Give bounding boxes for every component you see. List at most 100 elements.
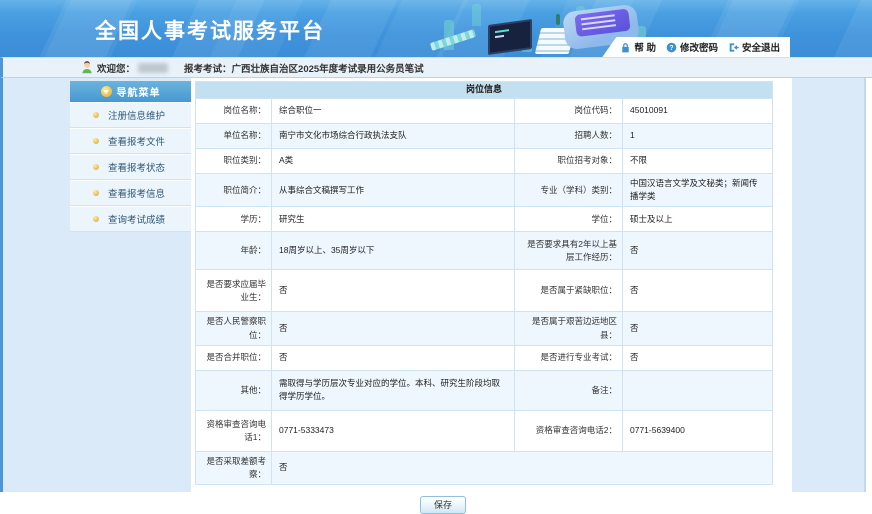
help-link[interactable]: 帮 助 bbox=[620, 40, 656, 54]
bullet-icon bbox=[93, 216, 99, 222]
table-row: 单位名称：南宁市文化市场综合行政执法支队招聘人数：1 bbox=[196, 124, 773, 149]
sidebar-item-label: 查看报考信息 bbox=[108, 186, 165, 200]
page-body: 导航菜单 注册信息维护查看报考文件查看报考状态查看报考信息查询考试成绩 岗位信息… bbox=[0, 78, 872, 506]
logout-label: 安全退出 bbox=[742, 40, 780, 54]
table-row: 其他：需取得与学历层次专业对应的学位。本科、研究生阶段均取得学历学位。备注： bbox=[196, 370, 773, 410]
question-icon: ? bbox=[666, 42, 677, 53]
field-label: 职位招考对象： bbox=[515, 149, 623, 174]
field-label: 是否人民警察职位： bbox=[196, 312, 272, 345]
field-label: 职位类别： bbox=[196, 149, 272, 174]
field-label: 是否采取差额考察： bbox=[196, 451, 272, 484]
sidebar-item[interactable]: 查看报考信息 bbox=[70, 180, 191, 206]
field-value: A类 bbox=[272, 149, 515, 174]
field-label: 年龄： bbox=[196, 232, 272, 270]
sidebar-menu: 注册信息维护查看报考文件查看报考状态查看报考信息查询考试成绩 bbox=[70, 102, 191, 232]
table-title: 岗位信息 bbox=[196, 82, 773, 99]
table-row: 是否要求应届毕业生：否是否属于紧缺职位：否 bbox=[196, 270, 773, 312]
sidebar-item[interactable]: 查询考试成绩 bbox=[70, 206, 191, 232]
field-label: 岗位名称： bbox=[196, 99, 272, 124]
illustration-person bbox=[556, 14, 560, 25]
field-label: 专业（学科）类别： bbox=[515, 174, 623, 207]
svg-text:?: ? bbox=[669, 44, 673, 51]
table-row: 岗位名称：综合职位一岗位代码：45010091 bbox=[196, 99, 773, 124]
bullet-icon bbox=[93, 112, 99, 118]
field-label: 学位： bbox=[515, 207, 623, 232]
field-label: 是否属于紧缺职位： bbox=[515, 270, 623, 312]
lock-icon bbox=[620, 42, 631, 53]
sidebar-item-label: 注册信息维护 bbox=[108, 108, 165, 122]
sidebar-header: 导航菜单 bbox=[70, 81, 191, 102]
table-row: 是否采取差额考察：否 bbox=[196, 451, 773, 484]
table-row: 是否合并职位：否是否进行专业考试：否 bbox=[196, 345, 773, 370]
app-title: 全国人事考试服务平台 bbox=[95, 15, 325, 45]
field-value bbox=[623, 370, 773, 410]
table-row: 资格审查咨询电话1：0771-5333473资格审查咨询电话2：0771-563… bbox=[196, 410, 773, 451]
table-row: 职位简介：从事综合文稿撰写工作专业（学科）类别：中国汉语言文学及文秘类；新闻传播… bbox=[196, 174, 773, 207]
field-value: 0771-5639400 bbox=[623, 410, 773, 451]
field-value: 中国汉语言文学及文秘类；新闻传播学类 bbox=[623, 174, 773, 207]
sidebar-item[interactable]: 查看报考状态 bbox=[70, 154, 191, 180]
field-value: 1 bbox=[623, 124, 773, 149]
user-avatar-icon bbox=[81, 61, 93, 74]
field-value: 45010091 bbox=[623, 99, 773, 124]
field-value: 需取得与学历层次专业对应的学位。本科、研究生阶段均取得学历学位。 bbox=[272, 370, 515, 410]
illustration-monitor bbox=[488, 19, 532, 55]
user-name-redacted bbox=[138, 63, 168, 73]
header-toolbar: 帮 助 ? 修改密码 安全退出 bbox=[602, 37, 790, 57]
help-label: 帮 助 bbox=[634, 40, 656, 54]
menu-chevron-icon bbox=[101, 86, 112, 97]
table-row: 年龄：18周岁以上、35周岁以下是否要求具有2年以上基层工作经历：否 bbox=[196, 232, 773, 270]
page-left-border bbox=[0, 78, 3, 492]
field-value: 否 bbox=[623, 312, 773, 345]
table-row: 职位类别：A类职位招考对象：不限 bbox=[196, 149, 773, 174]
field-value: 否 bbox=[272, 345, 515, 370]
field-label: 是否要求具有2年以上基层工作经历： bbox=[515, 232, 623, 270]
change-password-link[interactable]: ? 修改密码 bbox=[666, 40, 718, 54]
field-value: 研究生 bbox=[272, 207, 515, 232]
bullet-icon bbox=[93, 138, 99, 144]
sidebar: 导航菜单 注册信息维护查看报考文件查看报考状态查看报考信息查询考试成绩 bbox=[70, 81, 191, 232]
field-label: 资格审查咨询电话2： bbox=[515, 410, 623, 451]
logout-link[interactable]: 安全退出 bbox=[728, 40, 780, 54]
sidebar-item-label: 查询考试成绩 bbox=[108, 212, 165, 226]
exam-label: 报考考试： bbox=[184, 61, 232, 75]
change-password-label: 修改密码 bbox=[680, 40, 718, 54]
save-row: 保存 bbox=[195, 485, 772, 514]
field-value: 否 bbox=[623, 270, 773, 312]
bullet-icon bbox=[93, 190, 99, 196]
field-label: 备注： bbox=[515, 370, 623, 410]
field-value: 否 bbox=[272, 312, 515, 345]
sidebar-item[interactable]: 注册信息维护 bbox=[70, 102, 191, 128]
position-info-table: 岗位信息 岗位名称：综合职位一岗位代码：45010091单位名称：南宁市文化市场… bbox=[195, 81, 773, 485]
field-label: 岗位代码： bbox=[515, 99, 623, 124]
field-value: 否 bbox=[623, 232, 773, 270]
exit-icon bbox=[728, 42, 739, 53]
field-value: 综合职位一 bbox=[272, 99, 515, 124]
field-label: 职位简介： bbox=[196, 174, 272, 207]
main-panel: 岗位信息 岗位名称：综合职位一岗位代码：45010091单位名称：南宁市文化市场… bbox=[191, 78, 792, 506]
field-value: 18周岁以上、35周岁以下 bbox=[272, 232, 515, 270]
field-value: 否 bbox=[272, 451, 773, 484]
app-header: 全国人事考试服务平台 帮 助 ? 修改密码 安全退出 bbox=[0, 0, 872, 57]
field-label: 招聘人数： bbox=[515, 124, 623, 149]
exam-name: 广西壮族自治区2025年度考试录用公务员笔试 bbox=[232, 61, 424, 75]
field-value: 不限 bbox=[623, 149, 773, 174]
sidebar-item[interactable]: 查看报考文件 bbox=[70, 128, 191, 154]
field-value: 否 bbox=[623, 345, 773, 370]
welcome-bar: 欢迎您： 报考考试： 广西壮族自治区2025年度考试录用公务员笔试 bbox=[0, 57, 872, 78]
field-value: 南宁市文化市场综合行政执法支队 bbox=[272, 124, 515, 149]
field-label: 是否要求应届毕业生： bbox=[196, 270, 272, 312]
field-label: 其他： bbox=[196, 370, 272, 410]
field-value: 0771-5333473 bbox=[272, 410, 515, 451]
save-button[interactable]: 保存 bbox=[420, 496, 466, 514]
table-row: 学历：研究生学位：硕士及以上 bbox=[196, 207, 773, 232]
sidebar-title: 导航菜单 bbox=[117, 84, 161, 99]
field-label: 单位名称： bbox=[196, 124, 272, 149]
field-label: 是否进行专业考试： bbox=[515, 345, 623, 370]
sidebar-item-label: 查看报考状态 bbox=[108, 160, 165, 174]
field-value: 硕士及以上 bbox=[623, 207, 773, 232]
field-label: 学历： bbox=[196, 207, 272, 232]
field-label: 是否属于艰苦边远地区县： bbox=[515, 312, 623, 345]
field-value: 否 bbox=[272, 270, 515, 312]
sidebar-item-label: 查看报考文件 bbox=[108, 134, 165, 148]
